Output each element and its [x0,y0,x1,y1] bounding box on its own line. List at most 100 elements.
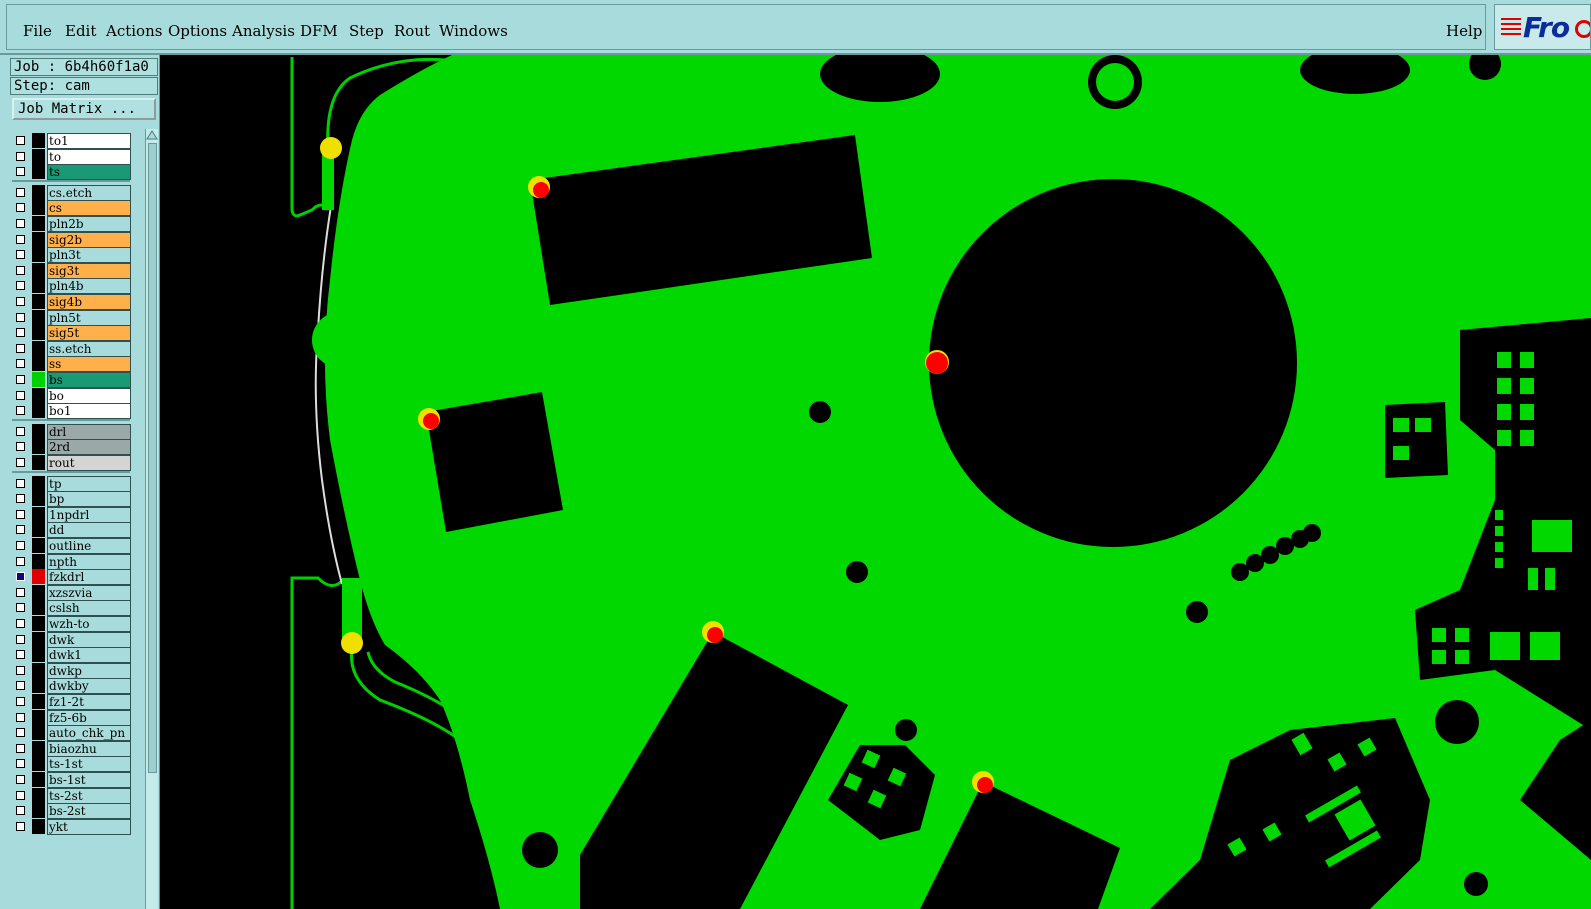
layer-name[interactable]: to [47,148,131,165]
layer-name[interactable]: pln4b [47,278,131,295]
layer-row[interactable]: to1 [12,133,131,149]
layer-checkbox[interactable] [16,375,25,384]
layer-color-swatch[interactable] [32,803,45,819]
layer-name[interactable]: bo1 [47,403,131,420]
layer-row[interactable]: ykt [12,818,131,835]
layer-checkbox[interactable] [16,343,25,353]
layer-checkbox[interactable] [16,821,25,831]
layer-color-swatch[interactable] [32,569,45,585]
layer-name[interactable]: dwkp [47,662,131,679]
layer-row[interactable]: bo1 [12,403,131,420]
menu-edit[interactable]: Edit [65,22,96,40]
layer-row[interactable]: ts-1st [12,756,131,773]
layer-row[interactable]: rout [12,455,131,471]
layer-name[interactable]: drl [47,423,131,440]
layer-row[interactable]: sig3t [12,262,131,279]
scrollbar-thumb[interactable] [148,143,157,773]
layer-name[interactable]: dwk [47,631,131,648]
layer-row[interactable]: 1npdrl [12,506,131,523]
menu-actions[interactable]: Actions [106,22,162,40]
layer-color-swatch[interactable] [32,325,45,341]
layer-checkbox[interactable] [16,728,25,738]
layer-name[interactable]: fz5-6b [47,709,131,726]
layer-checkbox[interactable] [16,426,25,436]
layer-color-swatch[interactable] [32,231,45,247]
layer-name[interactable]: ts-1st [47,756,131,773]
layer-checkbox[interactable] [16,458,25,467]
layer-color-swatch[interactable] [32,387,45,403]
layer-checkbox[interactable] [16,151,25,161]
layer-row[interactable]: biaozhu [12,740,131,757]
layer-row[interactable]: cs.etch [12,184,131,201]
layer-row[interactable]: sig5t [12,325,131,342]
layer-color-swatch[interactable] [32,455,45,470]
layer-name[interactable]: bp [47,491,131,508]
layer-color-swatch[interactable] [32,818,45,834]
layer-color-swatch[interactable] [32,725,45,741]
layer-checkbox[interactable] [16,281,25,291]
layer-name[interactable]: sig2b [47,231,131,248]
layer-row[interactable]: dwkp [12,662,131,679]
layer-color-swatch[interactable] [32,423,45,439]
layer-checkbox[interactable] [16,478,25,488]
layer-color-swatch[interactable] [32,756,45,772]
layer-row[interactable]: dwk1 [12,647,131,664]
layer-name[interactable]: pln2b [47,216,131,232]
layer-name[interactable]: xzszvia [47,584,131,601]
layer-name[interactable]: npth [47,553,131,570]
layer-row[interactable]: tp [12,475,131,492]
layer-color-swatch[interactable] [32,709,45,725]
layer-row[interactable]: outline [12,538,131,554]
layer-name[interactable]: tp [47,475,131,492]
layer-color-swatch[interactable] [32,740,45,756]
layer-row[interactable]: ss [12,356,131,373]
layer-color-swatch[interactable] [32,475,45,491]
layer-color-swatch[interactable] [32,216,45,231]
layer-color-swatch[interactable] [32,772,45,787]
layer-name[interactable]: ts [47,164,131,181]
layer-checkbox[interactable] [16,681,25,691]
layer-name[interactable]: bs [47,372,131,388]
layer-row[interactable]: auto_chk_pn [12,725,131,742]
layer-checkbox[interactable] [16,203,25,213]
layer-name[interactable]: biaozhu [47,740,131,757]
layer-row[interactable]: fz5-6b [12,709,131,726]
layer-row[interactable]: wzh-to [12,616,131,632]
layer-checkbox[interactable] [16,136,25,145]
layer-row[interactable]: ss.etch [12,340,131,357]
layer-name[interactable]: sig4b [47,294,131,310]
layer-row[interactable]: sig2b [12,231,131,248]
layer-name[interactable]: ykt [47,818,131,835]
layer-name[interactable]: bs-2st [47,803,131,820]
layer-checkbox[interactable] [16,406,25,416]
layer-color-swatch[interactable] [32,678,45,694]
layer-color-swatch[interactable] [32,584,45,600]
layer-checkbox[interactable] [16,634,25,644]
layer-row[interactable]: bo [12,387,131,404]
layer-row[interactable]: bs-2st [12,803,131,820]
layer-checkbox[interactable] [16,790,25,800]
layer-checkbox[interactable] [16,297,25,306]
layer-checkbox[interactable] [16,265,25,275]
layer-name[interactable]: fz1-2t [47,694,131,710]
layer-checkbox[interactable] [16,775,25,784]
layer-color-swatch[interactable] [32,522,45,538]
layer-row[interactable]: pln3t [12,247,131,264]
layer-color-swatch[interactable] [32,184,45,200]
layer-row[interactable]: pln2b [12,216,131,232]
layer-checkbox[interactable] [16,509,25,519]
layer-color-swatch[interactable] [32,506,45,522]
layer-row[interactable]: to [12,148,131,165]
menu-options[interactable]: Options [168,22,227,40]
layer-color-swatch[interactable] [32,631,45,647]
layer-row[interactable]: dd [12,522,131,539]
layer-row[interactable]: bp [12,491,131,508]
layer-row[interactable]: npth [12,553,131,570]
layer-checkbox[interactable] [16,494,25,504]
layer-checkbox[interactable] [16,359,25,369]
layer-color-swatch[interactable] [32,553,45,569]
layer-name[interactable]: dwk1 [47,647,131,664]
layer-name[interactable]: sig5t [47,325,131,342]
layer-checkbox[interactable] [16,312,25,322]
layer-checkbox[interactable] [16,759,25,769]
